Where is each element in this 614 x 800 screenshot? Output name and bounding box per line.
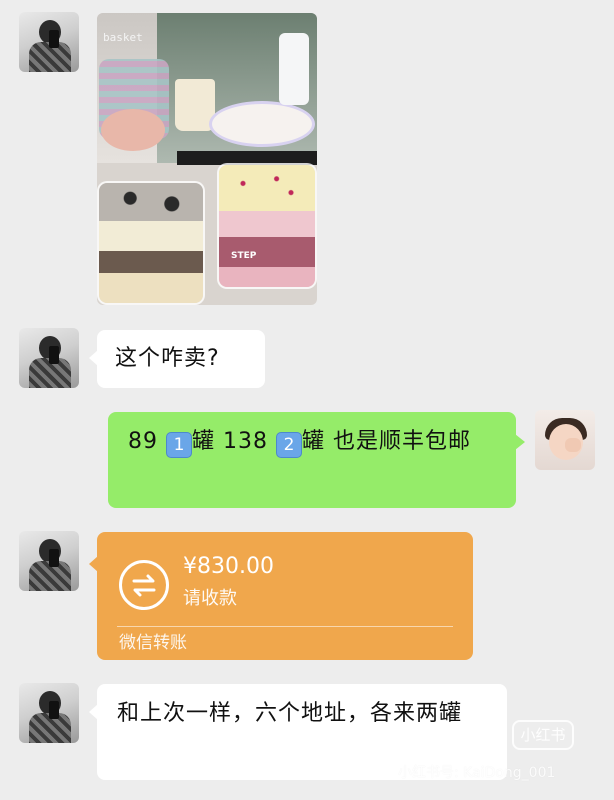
contact-avatar[interactable] <box>19 328 79 388</box>
self-avatar[interactable] <box>535 410 595 470</box>
transfer-amount: ¥830.00 <box>183 554 274 579</box>
transfer-icon <box>119 560 169 610</box>
jar-label: STEP <box>231 251 257 261</box>
transfer-label: 微信转账 <box>119 633 187 653</box>
message-text: 这个咋卖? <box>115 346 220 371</box>
watermark-logo: 小红书 <box>512 720 574 750</box>
message-photo[interactable]: basket STEP <box>97 13 317 305</box>
contact-avatar[interactable] <box>19 683 79 743</box>
keycap-one-icon: 1 <box>166 432 192 458</box>
transfer-divider <box>117 626 453 627</box>
photo-basket-text: basket <box>103 31 143 44</box>
message-bubble-question[interactable]: 这个咋卖? <box>89 330 265 388</box>
dessert-jar-berry: STEP <box>217 163 317 289</box>
watermark-id: 小红书号: KaiDong_001 <box>398 765 556 781</box>
transfer-status: 请收款 <box>183 588 237 609</box>
reply-text-3: 罐 也是顺丰包邮 <box>301 429 471 454</box>
message-bubble-reply[interactable]: 89 1罐 138 2罐 也是顺丰包邮 <box>108 412 525 508</box>
reply-text-2: 罐 138 <box>192 429 276 454</box>
dessert-jar-oreo <box>97 181 205 305</box>
keycap-two-icon: 2 <box>275 432 302 458</box>
message-text: 和上次一样，六个地址，各来两罐 <box>117 701 463 726</box>
transfer-card[interactable]: ¥830.00 请收款 微信转账 <box>89 532 473 660</box>
contact-avatar[interactable] <box>19 12 79 72</box>
reply-text-1: 89 <box>128 429 166 454</box>
contact-avatar[interactable] <box>19 531 79 591</box>
